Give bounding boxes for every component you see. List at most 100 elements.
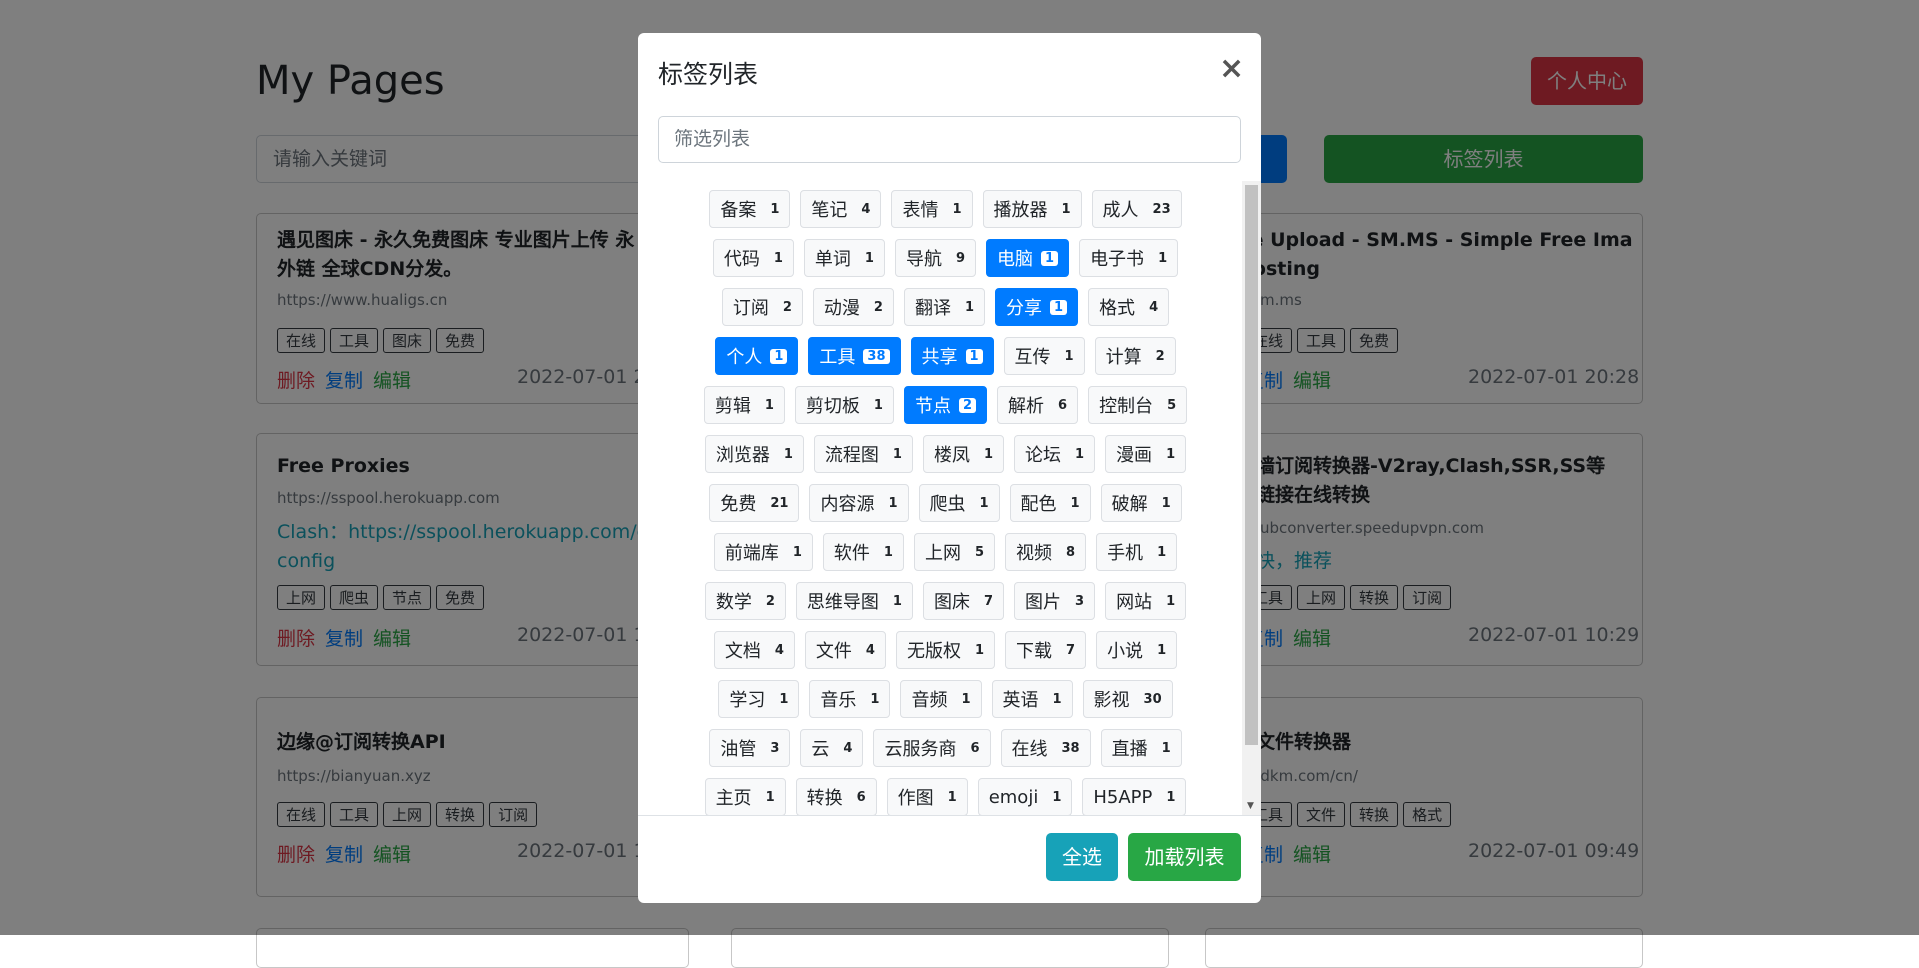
tag-item[interactable]: 电子书 1 xyxy=(1079,239,1179,277)
tag-item[interactable]: 互传 1 xyxy=(1003,337,1085,375)
tag-item[interactable]: 订阅 2 xyxy=(721,288,803,326)
tag-item[interactable]: 前端库 1 xyxy=(713,533,813,571)
tag-item[interactable]: 播放器 1 xyxy=(982,190,1082,228)
tag-name: 漫画 xyxy=(1116,445,1153,466)
tag-count-badge: 1 xyxy=(779,691,789,707)
tag-count-badge: 1 xyxy=(765,789,775,805)
load-list-button[interactable]: 加载列表 xyxy=(1128,833,1241,881)
tag-item[interactable]: 备案 1 xyxy=(709,190,791,228)
tag-item[interactable]: 手机 1 xyxy=(1096,533,1178,571)
tag-item[interactable]: 英语 1 xyxy=(991,680,1073,718)
tag-item[interactable]: 云4 xyxy=(800,729,864,767)
tag-count-badge: 5 xyxy=(1167,397,1177,413)
tag-item[interactable]: 论坛 1 xyxy=(1014,435,1096,473)
tag-item[interactable]: 计算 2 xyxy=(1094,337,1176,375)
tag-name: 图片 xyxy=(1025,592,1062,613)
tag-item[interactable]: 个人 1 xyxy=(715,337,799,375)
tag-count-badge: 1 xyxy=(870,691,880,707)
tag-item[interactable]: 图片 3 xyxy=(1014,582,1096,620)
tag-count-badge: 4 xyxy=(774,642,784,658)
tag-count-badge: 38 xyxy=(1061,740,1080,756)
tag-item[interactable]: 在线 38 xyxy=(1000,729,1091,767)
tag-item[interactable]: 楼凤 1 xyxy=(922,435,1005,473)
tag-count-badge: 1 xyxy=(961,691,971,707)
tag-item[interactable]: 导航 9 xyxy=(894,239,977,277)
tag-item[interactable]: 翻译 1 xyxy=(903,288,986,326)
tag-item[interactable]: 音频 1 xyxy=(900,680,982,718)
tag-item[interactable]: 笔记 4 xyxy=(800,190,882,228)
tag-item[interactable]: 免费 21 xyxy=(709,484,800,522)
tag-count-badge: 1 xyxy=(947,789,957,805)
tag-item[interactable]: 电脑 1 xyxy=(986,239,1070,277)
tag-item[interactable]: 文件 4 xyxy=(804,631,886,669)
tag-count-badge: 1 xyxy=(883,544,893,560)
tag-name: 在线 xyxy=(1011,739,1048,760)
tag-item[interactable]: emoji 1 xyxy=(977,778,1073,815)
tag-item[interactable]: 浏览器 1 xyxy=(704,435,804,473)
tag-count-badge: 23 xyxy=(1152,201,1171,217)
tag-count-badge: 1 xyxy=(864,250,874,266)
tag-item[interactable]: 格式 4 xyxy=(1088,288,1170,326)
tag-item[interactable]: 下载 7 xyxy=(1005,631,1087,669)
tag-item[interactable]: 单词 1 xyxy=(803,239,885,277)
tag-item[interactable]: 成人 23 xyxy=(1091,190,1182,228)
tag-item[interactable]: 分享 1 xyxy=(995,288,1079,326)
tag-item[interactable]: 主页 1 xyxy=(704,778,786,815)
tag-item[interactable]: 流程图 1 xyxy=(813,435,913,473)
close-icon[interactable]: × xyxy=(1219,51,1244,86)
tag-count-badge: 1 xyxy=(773,250,783,266)
tag-item[interactable]: 影视 30 xyxy=(1082,680,1173,718)
tag-item[interactable]: 直播 1 xyxy=(1100,729,1182,767)
tag-item[interactable]: 上网 5 xyxy=(913,533,996,571)
tag-name: 单词 xyxy=(814,249,851,270)
tag-item[interactable]: 剪切板 1 xyxy=(794,386,894,424)
tag-name: 备案 xyxy=(720,200,757,221)
tag-item[interactable]: 云服务商 6 xyxy=(873,729,991,767)
scroll-down-icon[interactable]: ▼ xyxy=(1247,801,1254,811)
tag-count-badge: 7 xyxy=(1066,642,1076,658)
tag-name: emoji xyxy=(988,786,1039,808)
tag-item[interactable]: 破解 1 xyxy=(1100,484,1182,522)
tag-item[interactable]: 内容源 1 xyxy=(809,484,909,522)
tag-item[interactable]: H5APP 1 xyxy=(1082,778,1187,815)
tag-item[interactable]: 表情 1 xyxy=(891,190,973,228)
tag-item[interactable]: 油管 3 xyxy=(709,729,791,767)
tag-item[interactable]: 工具 38 xyxy=(808,337,901,375)
tag-item[interactable]: 代码 1 xyxy=(712,239,794,277)
tag-item[interactable]: 图床 7 xyxy=(922,582,1005,620)
tag-item[interactable]: 学习 1 xyxy=(718,680,800,718)
tag-name: 音乐 xyxy=(820,690,857,711)
tag-item[interactable]: 控制台 5 xyxy=(1088,386,1188,424)
tag-count-badge: 1 xyxy=(1070,495,1080,511)
tag-count-badge: 1 xyxy=(1052,789,1062,805)
tag-item[interactable]: 数学 2 xyxy=(704,582,786,620)
tag-item[interactable]: 节点 2 xyxy=(903,386,988,424)
tag-count-badge: 1 xyxy=(964,299,975,315)
tag-item[interactable]: 解析 6 xyxy=(997,386,1079,424)
tag-item[interactable]: 无版权 1 xyxy=(895,631,996,669)
scrollbar[interactable]: ▼ xyxy=(1242,181,1261,815)
tag-name: 动漫 xyxy=(823,298,860,319)
tag-name: 配色 xyxy=(1020,494,1057,515)
tag-name: 成人 xyxy=(1102,200,1139,221)
scroll-thumb[interactable] xyxy=(1245,185,1258,745)
tag-item[interactable]: 音乐 1 xyxy=(809,680,891,718)
tag-item[interactable]: 文档 4 xyxy=(713,631,795,669)
tag-item[interactable]: 爬虫 1 xyxy=(918,484,1000,522)
tag-item[interactable]: 视频 8 xyxy=(1005,533,1087,571)
tag-item[interactable]: 转换 6 xyxy=(795,778,877,815)
tag-item[interactable]: 配色 1 xyxy=(1009,484,1091,522)
filter-input[interactable]: 筛选列表 xyxy=(658,116,1241,163)
tag-item[interactable]: 漫画 1 xyxy=(1105,435,1187,473)
tag-item[interactable]: 小说 1 xyxy=(1096,631,1178,669)
tag-item[interactable]: 共享 1 xyxy=(910,337,994,375)
tag-item[interactable]: 动漫 2 xyxy=(812,288,894,326)
tag-name: 导航 xyxy=(905,249,942,270)
tag-item[interactable]: 软件 1 xyxy=(822,533,904,571)
select-all-button[interactable]: 全选 xyxy=(1046,833,1118,881)
tag-item[interactable]: 剪辑 1 xyxy=(703,386,785,424)
tag-item[interactable]: 网站 1 xyxy=(1105,582,1187,620)
tag-item[interactable]: 作图 1 xyxy=(886,778,968,815)
tag-count-badge: 1 xyxy=(783,446,793,462)
tag-item[interactable]: 思维导图 1 xyxy=(795,582,913,620)
